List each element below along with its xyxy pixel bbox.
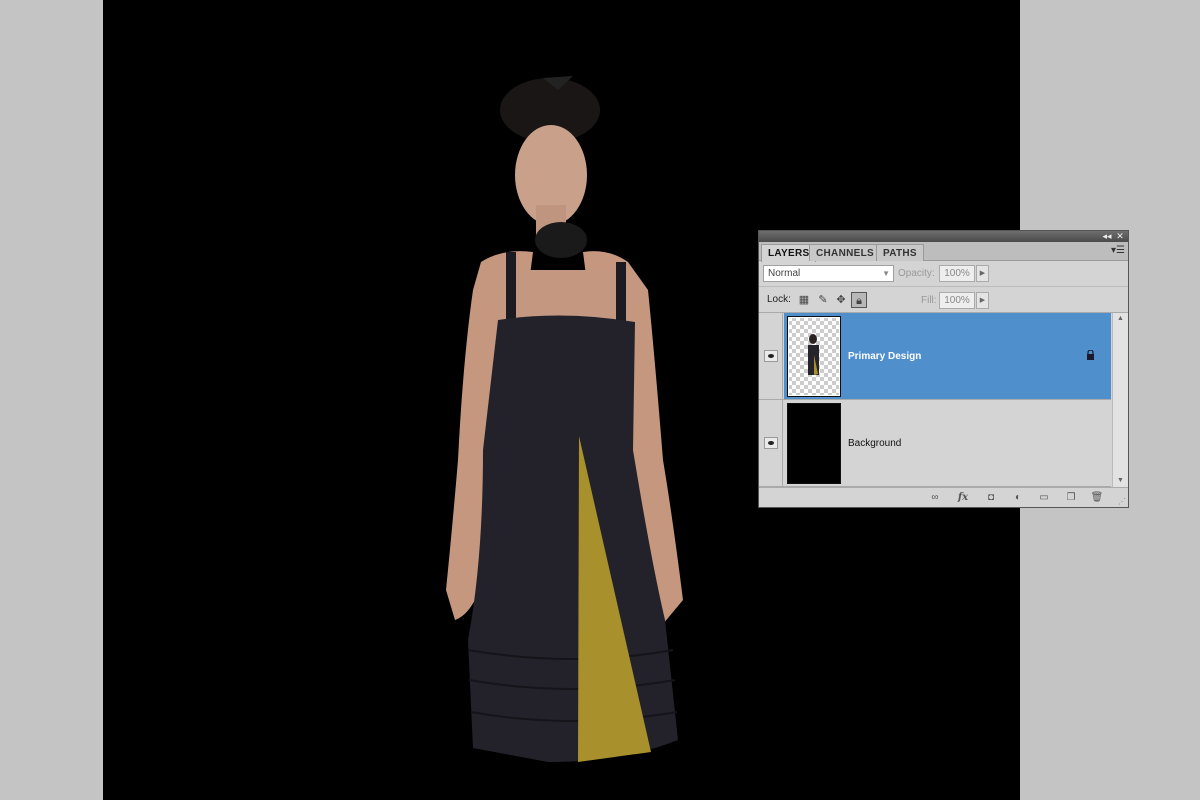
trash-icon[interactable]: 🗑︎ bbox=[1089, 491, 1105, 505]
panel-tabbar: LAYERS CHANNELS PATHS ▾☰ bbox=[759, 242, 1128, 262]
layers-panel: ◂◂ ✕ LAYERS CHANNELS PATHS ▾☰ Normal ▼ O… bbox=[758, 230, 1129, 508]
blend-mode-value: Normal bbox=[768, 268, 801, 279]
lock-label: Lock: bbox=[767, 294, 791, 305]
tab-paths[interactable]: PATHS bbox=[876, 244, 924, 261]
eye-icon[interactable] bbox=[764, 350, 778, 362]
layer-list: Primary Design Background ▲ ▼ bbox=[759, 313, 1128, 487]
panel-bottom-bar: ∞ fx ◘ ◐ ▭ ❐ 🗑︎ ⋰ bbox=[759, 487, 1128, 507]
layer-row-background[interactable]: Background bbox=[759, 400, 1111, 487]
close-icon[interactable]: ✕ bbox=[1114, 231, 1126, 242]
opacity-label: Opacity: bbox=[898, 268, 935, 279]
layer-thumbnail bbox=[787, 403, 841, 484]
new-group-icon[interactable]: ▭ bbox=[1036, 491, 1052, 505]
lock-all-icon[interactable]: 🔒︎ bbox=[851, 292, 867, 308]
lock-row: Lock: ▦ ✎ ✥ 🔒︎ Fill: 100% ▶ bbox=[759, 287, 1128, 313]
fill-slider-toggle[interactable]: ▶ bbox=[976, 292, 989, 309]
resize-grip-icon[interactable]: ⋰ bbox=[1118, 497, 1126, 506]
layer-row-primary-design[interactable]: Primary Design bbox=[759, 313, 1111, 400]
panel-menu-icon[interactable]: ▾☰ bbox=[1111, 245, 1125, 256]
lock-icon bbox=[1087, 350, 1094, 360]
blend-mode-select[interactable]: Normal ▼ bbox=[763, 265, 894, 282]
lock-image-icon[interactable]: ✎ bbox=[815, 292, 831, 308]
adjustment-layer-icon[interactable]: ◐ bbox=[1010, 491, 1026, 505]
fill-field[interactable]: 100% bbox=[939, 292, 975, 309]
figure-thumbnail-icon bbox=[808, 334, 819, 375]
layer-name: Primary Design bbox=[848, 351, 922, 362]
blend-row: Normal ▼ Opacity: 100% ▶ bbox=[759, 261, 1128, 287]
opacity-slider-toggle[interactable]: ▶ bbox=[976, 265, 989, 282]
new-layer-icon[interactable]: ❐ bbox=[1063, 491, 1079, 505]
tab-channels[interactable]: CHANNELS bbox=[809, 244, 881, 261]
lock-position-icon[interactable]: ✥ bbox=[833, 292, 849, 308]
layer-list-scrollbar[interactable]: ▲ ▼ bbox=[1112, 313, 1128, 487]
visibility-toggle[interactable] bbox=[759, 313, 783, 399]
link-layers-icon[interactable]: ∞ bbox=[927, 491, 943, 505]
scroll-down-icon[interactable]: ▼ bbox=[1113, 475, 1128, 487]
lock-transparent-icon[interactable]: ▦ bbox=[796, 292, 812, 308]
eye-icon[interactable] bbox=[764, 437, 778, 449]
opacity-field[interactable]: 100% bbox=[939, 265, 975, 282]
chevron-down-icon: ▼ bbox=[882, 269, 890, 278]
layer-name: Background bbox=[848, 438, 902, 449]
fill-label: Fill: bbox=[921, 295, 937, 306]
scroll-up-icon[interactable]: ▲ bbox=[1113, 313, 1128, 325]
fx-icon[interactable]: fx bbox=[955, 491, 971, 505]
add-mask-icon[interactable]: ◘ bbox=[983, 491, 999, 505]
layer-body[interactable]: Background bbox=[784, 400, 1111, 486]
visibility-toggle[interactable] bbox=[759, 400, 783, 486]
double-chevron-left-icon[interactable]: ◂◂ bbox=[1101, 231, 1113, 242]
panel-titlebar[interactable]: ◂◂ ✕ bbox=[759, 231, 1128, 242]
layer-thumbnail bbox=[787, 316, 841, 397]
layer-body[interactable]: Primary Design bbox=[784, 313, 1111, 399]
